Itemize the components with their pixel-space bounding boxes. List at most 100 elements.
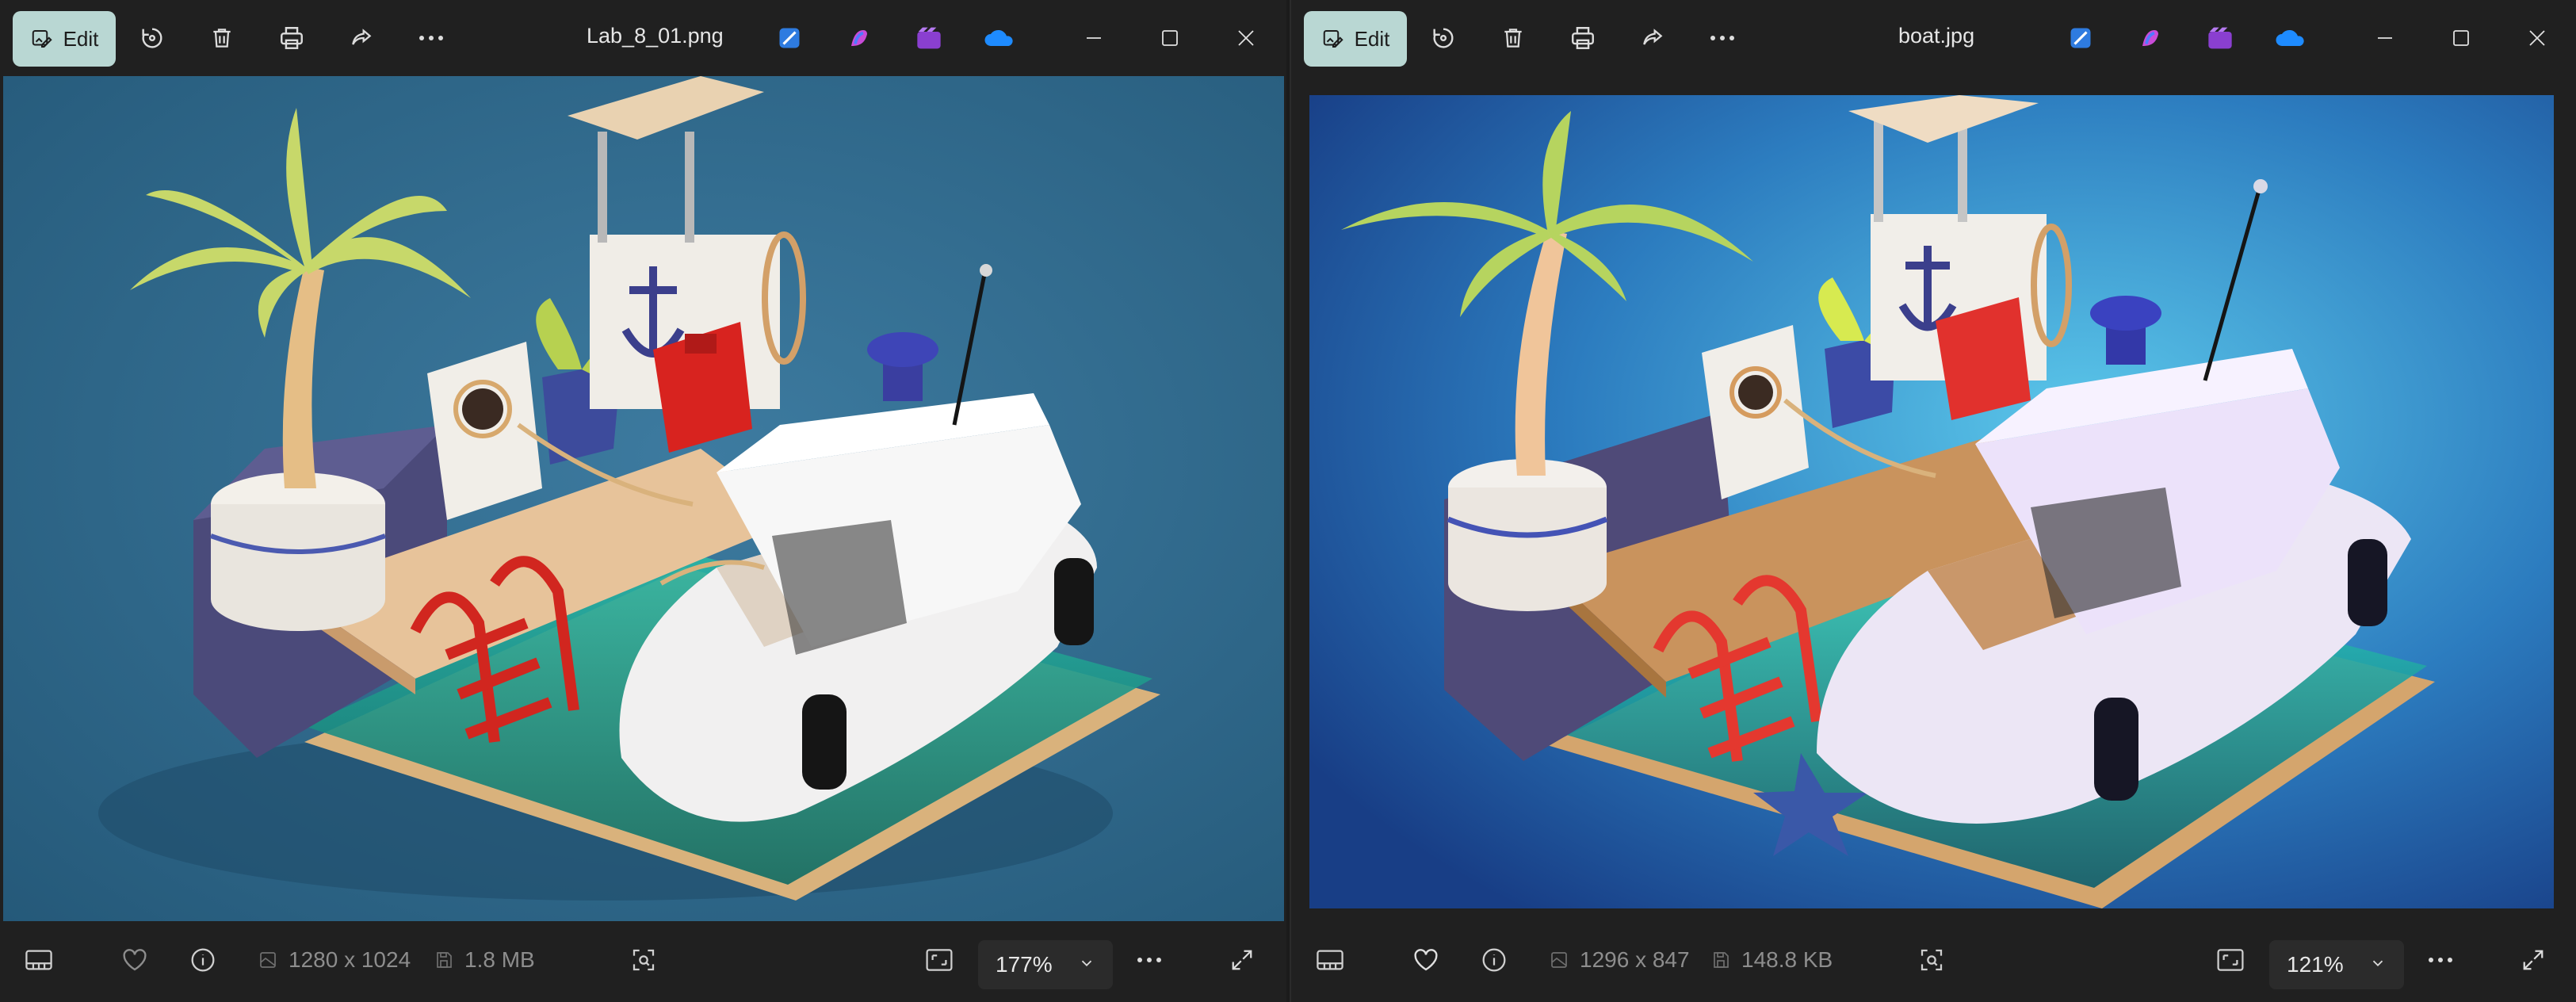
image-size-icon — [258, 950, 277, 969]
photos-window-left: Edit Lab_8_01.png 1280 x 1024 1.8 MB 177… — [0, 0, 1286, 1002]
close-button[interactable] — [2510, 11, 2564, 65]
image-dimensions: 1296 x 847 — [1550, 918, 1690, 1002]
delete-button[interactable] — [1486, 11, 1540, 65]
copilot-button[interactable] — [832, 11, 886, 65]
filmstrip-button[interactable] — [25, 918, 52, 1002]
status-more-button[interactable] — [1137, 918, 1162, 1002]
visual-search-icon — [1919, 947, 1944, 973]
designer-icon — [2069, 26, 2093, 50]
dimensions-text: 1296 x 847 — [1580, 947, 1690, 972]
file-size-text: 1.8 MB — [464, 947, 535, 972]
chevron-down-icon — [1078, 954, 1095, 972]
onedrive-button[interactable] — [2263, 11, 2317, 65]
copilot-icon — [847, 26, 871, 50]
filmstrip-icon — [25, 950, 52, 970]
photo-canvas[interactable] — [1309, 95, 2554, 908]
maximize-icon — [1160, 29, 1179, 48]
zoom-dropdown[interactable]: 121% — [2269, 940, 2404, 989]
info-button[interactable] — [190, 918, 216, 1002]
minimize-button[interactable] — [1067, 11, 1121, 65]
save-icon — [1711, 950, 1730, 969]
minimize-button[interactable] — [2358, 11, 2412, 65]
clipchamp-button[interactable] — [902, 11, 956, 65]
chevron-down-icon — [2369, 954, 2387, 972]
clipchamp-button[interactable] — [2193, 11, 2247, 65]
maximize-button[interactable] — [2434, 11, 2488, 65]
favorite-icon — [122, 948, 147, 972]
print-button[interactable] — [265, 11, 319, 65]
clipchamp-icon — [916, 26, 942, 50]
copilot-icon — [2138, 26, 2162, 50]
edit-button[interactable]: Edit — [1304, 11, 1407, 67]
photos-window-right: Edit boat.jpg 1296 x 847 148.8 KB 121% — [1290, 0, 2576, 1002]
titlebar: Edit boat.jpg — [1291, 0, 2576, 76]
onedrive-icon — [983, 28, 1015, 48]
image-size-icon — [1550, 950, 1569, 969]
boat-render-image — [3, 76, 1284, 921]
minimize-icon — [2375, 29, 2394, 48]
file-size: 1.8 MB — [434, 918, 535, 1002]
rotate-button[interactable] — [125, 11, 179, 65]
maximize-button[interactable] — [1143, 11, 1197, 65]
copilot-button[interactable] — [2123, 11, 2177, 65]
status-bar: 1296 x 847 148.8 KB 121% — [1291, 918, 2576, 1002]
filmstrip-icon — [1317, 950, 1343, 970]
close-button[interactable] — [1219, 11, 1273, 65]
fullscreen-button[interactable] — [2521, 918, 2545, 1002]
titlebar: Edit Lab_8_01.png — [0, 0, 1286, 76]
fullscreen-icon — [2521, 948, 2545, 972]
favorite-button[interactable] — [122, 918, 147, 1002]
zoom-dropdown[interactable]: 177% — [978, 940, 1113, 989]
more-icon — [1137, 956, 1162, 964]
delete-icon — [1500, 25, 1526, 51]
edit-image-icon — [30, 27, 54, 51]
rotate-button[interactable] — [1416, 11, 1470, 65]
visual-search-button[interactable] — [1919, 918, 1944, 1002]
delete-icon — [209, 25, 235, 51]
minimize-icon — [1084, 29, 1103, 48]
designer-button[interactable] — [762, 11, 816, 65]
more-icon — [419, 34, 444, 42]
zoom-value: 121% — [2287, 952, 2344, 977]
favorite-button[interactable] — [1413, 918, 1439, 1002]
fullscreen-button[interactable] — [1230, 918, 1254, 1002]
print-icon — [1569, 25, 1596, 52]
save-icon — [434, 950, 453, 969]
file-size-text: 148.8 KB — [1741, 947, 1833, 972]
image-dimensions: 1280 x 1024 — [258, 918, 411, 1002]
more-options-button[interactable] — [1695, 11, 1749, 65]
filmstrip-button[interactable] — [1317, 918, 1343, 1002]
dimensions-text: 1280 x 1024 — [289, 947, 411, 972]
onedrive-icon — [2274, 28, 2306, 48]
more-icon — [2428, 956, 2453, 964]
share-icon — [1640, 25, 1665, 51]
favorite-icon — [1413, 948, 1439, 972]
fit-screen-icon — [2217, 949, 2244, 971]
close-icon — [2528, 29, 2547, 48]
clipchamp-icon — [2207, 26, 2233, 50]
share-button[interactable] — [1626, 11, 1680, 65]
designer-button[interactable] — [2054, 11, 2108, 65]
status-bar: 1280 x 1024 1.8 MB 177% — [0, 918, 1286, 1002]
share-button[interactable] — [334, 11, 388, 65]
edit-button[interactable]: Edit — [13, 11, 116, 67]
fit-to-window-button[interactable] — [2217, 918, 2244, 1002]
more-options-button[interactable] — [404, 11, 458, 65]
onedrive-button[interactable] — [972, 11, 1026, 65]
print-icon — [278, 25, 305, 52]
close-icon — [1236, 29, 1256, 48]
zoom-value: 177% — [996, 952, 1053, 977]
visual-search-button[interactable] — [631, 918, 656, 1002]
fullscreen-icon — [1230, 948, 1254, 972]
file-name: Lab_8_01.png — [587, 24, 724, 48]
file-size: 148.8 KB — [1711, 918, 1833, 1002]
delete-button[interactable] — [195, 11, 249, 65]
maximize-icon — [2452, 29, 2471, 48]
photo-canvas[interactable] — [3, 76, 1284, 921]
print-button[interactable] — [1556, 11, 1610, 65]
file-name: boat.jpg — [1898, 24, 1975, 48]
status-more-button[interactable] — [2428, 918, 2453, 1002]
info-button[interactable] — [1481, 918, 1507, 1002]
more-icon — [1710, 34, 1735, 42]
fit-to-window-button[interactable] — [926, 918, 953, 1002]
